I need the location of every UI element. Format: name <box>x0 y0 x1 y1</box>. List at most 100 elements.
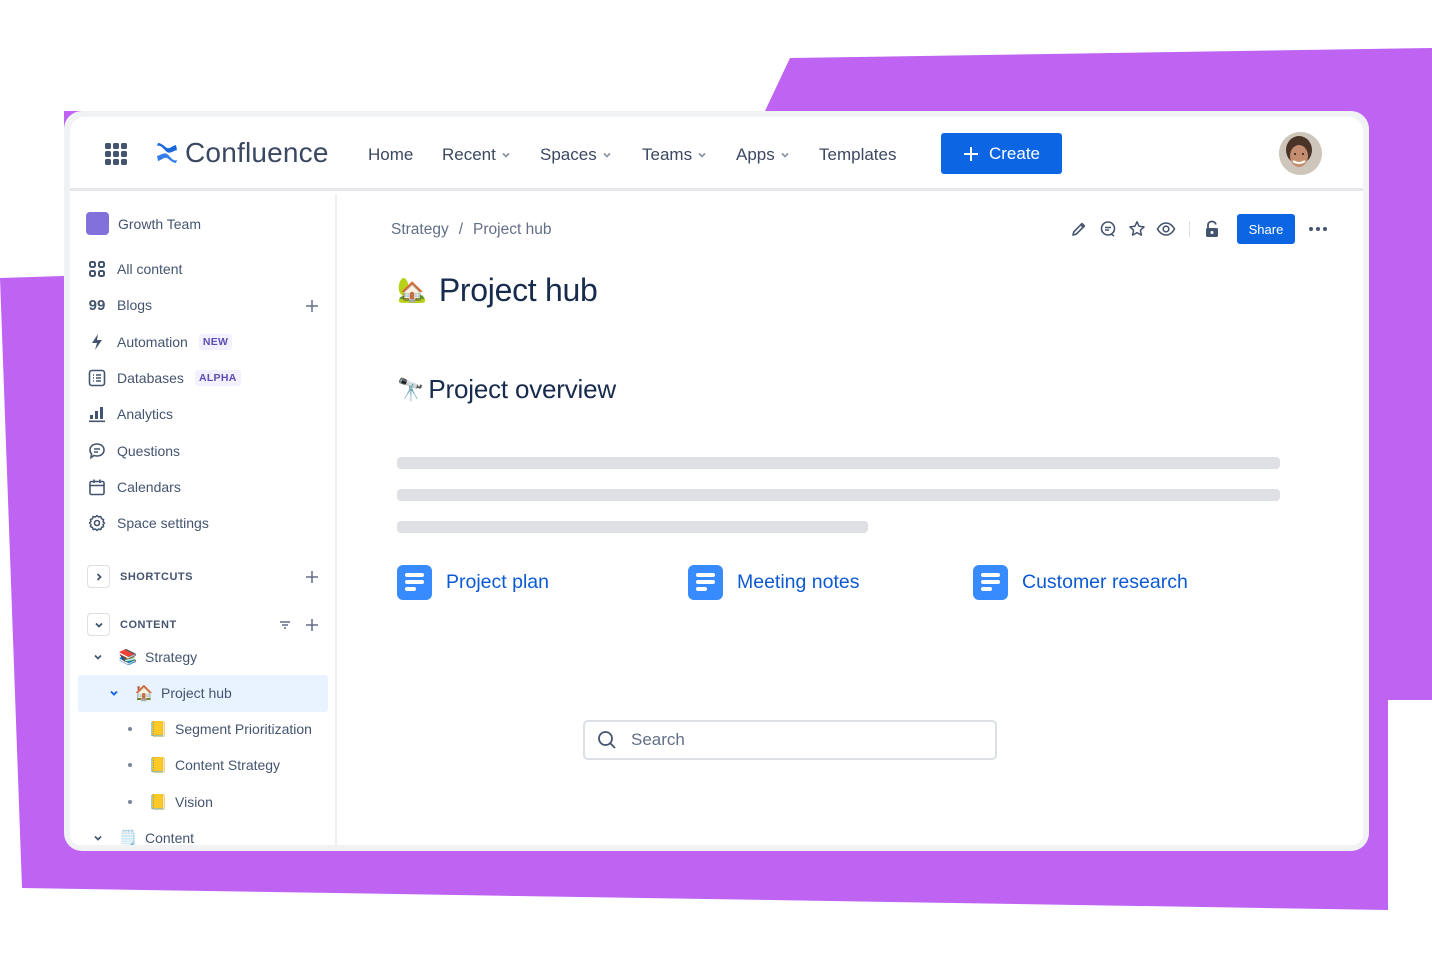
notebook-emoji-icon: 📒 <box>148 794 168 811</box>
house-emoji-icon: 🏡 <box>397 277 427 304</box>
sidebar-item-blogs[interactable]: 99 Blogs <box>88 296 152 314</box>
sidebar-item-space-settings[interactable]: Space settings <box>88 514 209 532</box>
database-icon <box>88 369 106 387</box>
add-content-plus-icon[interactable] <box>304 617 320 633</box>
app-switcher-grid-icon[interactable] <box>105 143 127 165</box>
sidebar-item-label: Space settings <box>117 515 209 531</box>
confluence-logo-icon <box>157 143 177 163</box>
skeleton-line <box>397 457 1280 469</box>
space-header[interactable]: Growth Team <box>86 212 201 235</box>
breadcrumb-separator: / <box>458 221 464 238</box>
sidebar-item-label: Calendars <box>117 479 181 495</box>
lightning-icon <box>88 333 106 351</box>
comment-icon[interactable] <box>1098 219 1118 239</box>
tree-item-strategy[interactable]: 📚 Strategy <box>92 648 197 666</box>
user-avatar[interactable] <box>1279 132 1322 175</box>
sidebar-item-label: Databases <box>117 370 184 386</box>
sidebar-item-calendars[interactable]: Calendars <box>88 478 181 496</box>
sidebar-item-databases[interactable]: Databases ALPHA <box>88 369 241 387</box>
calendar-icon <box>88 478 106 496</box>
tree-item-content-strategy[interactable]: 📒 Content Strategy <box>128 756 280 774</box>
chevron-down-icon[interactable] <box>92 651 104 663</box>
sidebar-item-all-content[interactable]: All content <box>88 260 182 278</box>
eye-icon[interactable] <box>1156 219 1176 239</box>
bullet-icon <box>128 800 132 804</box>
skeleton-line <box>397 489 1280 501</box>
nav-apps[interactable]: Apps <box>736 145 791 165</box>
search-input[interactable] <box>631 730 971 750</box>
new-badge: NEW <box>198 334 233 350</box>
confluence-logo[interactable]: Confluence <box>155 137 329 169</box>
tree-item-label: Content <box>145 830 195 845</box>
share-button[interactable]: Share <box>1237 214 1295 244</box>
sidebar-item-label: Automation <box>117 334 188 350</box>
main-content: Strategy / Project hub Share 🏡 Project h… <box>339 194 1363 845</box>
notebook-emoji-icon: 📒 <box>148 721 168 738</box>
page-title: 🏡 Project hub <box>397 272 598 309</box>
link-label: Customer research <box>1022 571 1188 593</box>
tree-item-label: Segment Prioritization <box>175 721 312 737</box>
content-collapse-button[interactable] <box>87 613 110 636</box>
chevron-down-icon[interactable] <box>108 687 120 699</box>
add-blog-plus-icon[interactable] <box>304 298 320 314</box>
bullet-icon <box>128 727 132 731</box>
space-avatar <box>86 212 109 235</box>
link-label: Meeting notes <box>737 571 860 593</box>
house-emoji-icon: 🏠 <box>134 685 154 702</box>
link-project-plan[interactable]: Project plan <box>397 565 549 600</box>
chevron-down-icon <box>94 622 103 628</box>
tree-item-project-hub[interactable]: 🏠 Project hub <box>108 684 232 702</box>
tree-item-content[interactable]: 🗒️ Content <box>92 829 194 845</box>
notepad-emoji-icon: 🗒️ <box>118 830 138 845</box>
tree-item-segment-prioritization[interactable]: 📒 Segment Prioritization <box>128 720 312 738</box>
nav-home[interactable]: Home <box>368 145 413 165</box>
sidebar-item-label: Questions <box>117 443 181 459</box>
breadcrumb-strategy[interactable]: Strategy <box>391 221 449 239</box>
breadcrumb: Strategy / Project hub <box>391 221 551 239</box>
chevron-down-icon <box>502 152 510 158</box>
sidebar-item-analytics[interactable]: Analytics <box>88 405 173 423</box>
filter-icon[interactable] <box>278 618 292 632</box>
notebook-emoji-icon: 📒 <box>148 757 168 774</box>
sidebar-item-label: Blogs <box>117 297 153 313</box>
star-icon[interactable] <box>1127 219 1147 239</box>
nav-teams-label: Teams <box>642 145 693 164</box>
tree-item-vision[interactable]: 📒 Vision <box>128 793 213 811</box>
avatar-photo-icon <box>1279 132 1322 175</box>
search-field[interactable] <box>583 720 997 760</box>
page-title-text: Project hub <box>438 272 598 308</box>
sidebar-item-automation[interactable]: Automation NEW <box>88 333 233 351</box>
chevron-down-icon <box>781 152 789 158</box>
books-emoji-icon: 📚 <box>118 649 138 666</box>
quote-icon: 99 <box>88 296 106 314</box>
space-name: Growth Team <box>118 215 201 232</box>
create-button[interactable]: Create <box>941 133 1062 174</box>
unlock-icon[interactable] <box>1202 219 1222 239</box>
link-customer-research[interactable]: Customer research <box>973 565 1188 600</box>
bar-chart-icon <box>88 405 106 423</box>
shortcuts-label: SHORTCUTS <box>120 570 193 583</box>
link-label: Project plan <box>446 571 549 593</box>
sidebar-item-questions[interactable]: Questions <box>88 442 180 460</box>
grid-squares-icon <box>88 260 106 278</box>
skeleton-line <box>397 521 868 533</box>
chevron-down-icon[interactable] <box>92 832 104 844</box>
sidebar: Growth Team All content 99 Blogs Automat… <box>70 194 337 845</box>
add-shortcut-plus-icon[interactable] <box>304 569 320 585</box>
nav-recent[interactable]: Recent <box>442 145 512 165</box>
nav-recent-label: Recent <box>442 145 496 164</box>
pencil-icon[interactable] <box>1069 219 1089 239</box>
breadcrumb-project-hub[interactable]: Project hub <box>473 221 551 239</box>
ellipsis-icon[interactable] <box>1308 219 1328 239</box>
nav-spaces[interactable]: Spaces <box>540 145 613 165</box>
nav-templates[interactable]: Templates <box>819 145 896 165</box>
create-label: Create <box>988 143 1041 163</box>
shortcuts-section-header: SHORTCUTS <box>87 565 193 588</box>
shortcuts-expand-button[interactable] <box>87 565 110 588</box>
nav-teams[interactable]: Teams <box>642 145 708 165</box>
content-label: CONTENT <box>120 618 177 631</box>
gear-icon <box>88 514 106 532</box>
document-icon <box>397 565 432 600</box>
actions-divider <box>1189 221 1190 237</box>
link-meeting-notes[interactable]: Meeting notes <box>688 565 860 600</box>
